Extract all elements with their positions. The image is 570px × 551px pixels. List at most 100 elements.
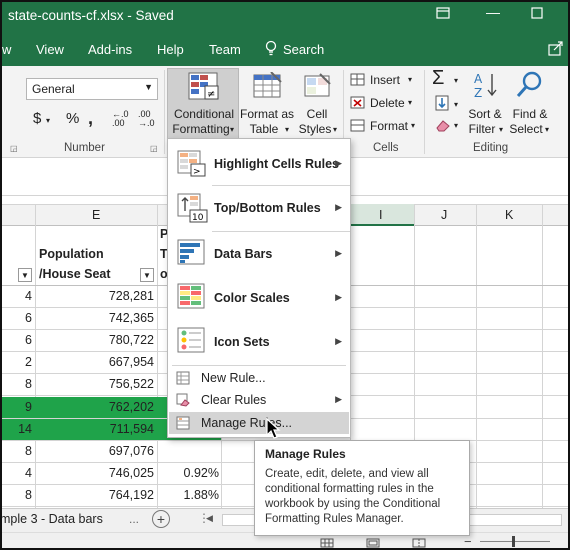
data-bars-label: Data Bars bbox=[214, 247, 273, 261]
sort-filter-label-1[interactable]: Sort & bbox=[466, 107, 504, 122]
cell-col-f[interactable]: 0.92% bbox=[158, 466, 219, 480]
sort-filter-label-2[interactable]: Filter bbox=[464, 122, 500, 137]
normal-view-icon[interactable] bbox=[320, 537, 334, 551]
number-format-dropdown[interactable]: General ▼ bbox=[26, 78, 158, 100]
chevron-down-icon[interactable]: ▾ bbox=[408, 98, 412, 107]
find-select-label-2[interactable]: Select bbox=[506, 122, 546, 137]
chevron-down-icon[interactable]: ▾ bbox=[408, 75, 412, 84]
chevron-down-icon: ▾ bbox=[230, 125, 235, 134]
filter-dropdown-button[interactable]: ▼ bbox=[140, 268, 154, 282]
minimize-icon[interactable]: — bbox=[486, 4, 500, 20]
column-header-k[interactable]: K bbox=[505, 208, 513, 222]
share-icon[interactable] bbox=[548, 40, 564, 59]
cells-group-label: Cells bbox=[373, 142, 399, 154]
filter-dropdown-button[interactable]: ▼ bbox=[18, 268, 32, 282]
sheet-tab-data-bars[interactable]: mple 3 - Data bars bbox=[0, 512, 103, 526]
currency-dropdown-icon[interactable]: ▾ bbox=[46, 116, 50, 125]
tab-view[interactable]: View bbox=[36, 42, 64, 57]
cell-col-e[interactable]: 764,192 bbox=[36, 488, 154, 502]
cell-col-e[interactable]: 728,281 bbox=[36, 289, 154, 303]
column-header-e[interactable]: E bbox=[92, 208, 100, 222]
cell-col-d[interactable]: 2 bbox=[0, 355, 32, 369]
cell-styles-label-1[interactable]: Cell bbox=[298, 107, 336, 122]
cell-col-d[interactable]: 4 bbox=[0, 466, 32, 480]
cell-col-e[interactable]: 742,365 bbox=[36, 311, 154, 325]
maximize-icon[interactable] bbox=[531, 6, 543, 22]
menu-item-icon-sets[interactable]: Icon Sets ▶ bbox=[168, 321, 350, 363]
cell-col-e[interactable]: 746,025 bbox=[36, 466, 154, 480]
cell-col-d[interactable]: 6 bbox=[0, 333, 32, 347]
zoom-slider-thumb[interactable] bbox=[512, 536, 515, 547]
zoom-slider[interactable] bbox=[480, 541, 550, 542]
new-rule-label: New Rule... bbox=[201, 371, 266, 385]
more-sheets-icon[interactable]: ... bbox=[129, 512, 139, 526]
delete-button[interactable]: Delete bbox=[370, 96, 405, 110]
ribbon-display-icon[interactable] bbox=[436, 6, 450, 23]
cell-styles-label-2[interactable]: Styles bbox=[298, 122, 332, 137]
highlight-cells-rules-label: Highlight Cells Rules bbox=[214, 157, 340, 171]
menu-item-data-bars[interactable]: Data Bars ▶ bbox=[168, 233, 350, 275]
eraser-icon[interactable] bbox=[435, 118, 451, 135]
menu-item-top-bottom-rules[interactable]: 10 Top/Bottom Rules ▶ bbox=[168, 187, 350, 229]
color-scales-icon bbox=[177, 283, 207, 314]
cell-col-f[interactable]: 1.88% bbox=[158, 488, 219, 502]
svg-text:Z: Z bbox=[474, 86, 482, 100]
format-as-table-label-1[interactable]: Format as bbox=[238, 107, 296, 122]
cell-col-e[interactable]: 697,076 bbox=[36, 444, 154, 458]
cell-col-d[interactable]: 8 bbox=[0, 444, 32, 458]
delete-cells-icon bbox=[350, 96, 366, 113]
chevron-down-icon[interactable]: ▾ bbox=[454, 76, 458, 85]
cell-col-d[interactable]: 6 bbox=[0, 311, 32, 325]
cell-col-d[interactable]: 14 bbox=[0, 422, 32, 436]
column-header-i[interactable]: I bbox=[379, 208, 382, 222]
decrease-decimal-button[interactable]: .00 →.0 bbox=[138, 110, 160, 128]
comma-button[interactable]: , bbox=[88, 108, 93, 129]
dialog-launcher-icon[interactable]: ◲ bbox=[10, 144, 18, 153]
cell-col-d[interactable]: 8 bbox=[0, 377, 32, 391]
cell-col-d[interactable]: 8 bbox=[0, 488, 32, 502]
number-dialog-launcher-icon[interactable]: ◲ bbox=[150, 144, 158, 153]
scroll-left-icon[interactable]: ◀ bbox=[206, 513, 218, 527]
insert-cells-icon bbox=[350, 73, 366, 90]
tab-add-ins[interactable]: Add-ins bbox=[88, 42, 132, 57]
tab-partial[interactable]: w bbox=[2, 42, 11, 57]
autosum-icon[interactable]: Σ bbox=[432, 67, 444, 90]
column-header-j[interactable]: J bbox=[441, 208, 447, 222]
menu-item-clear-rules[interactable]: Clear Rules ▶ bbox=[168, 389, 350, 411]
percent-button[interactable]: % bbox=[66, 110, 79, 127]
cell-col-e[interactable]: 762,202 bbox=[36, 400, 154, 414]
conditional-formatting-button[interactable]: ≠ Conditional Formatting ▾ bbox=[167, 68, 239, 140]
increase-decimal-button[interactable]: ←.0 .00 bbox=[112, 110, 134, 128]
cell-col-e[interactable]: 756,522 bbox=[36, 377, 154, 391]
tell-me-search[interactable]: Search bbox=[283, 42, 324, 57]
cell-col-d[interactable]: 9 bbox=[0, 400, 32, 414]
menu-item-manage-rules[interactable]: Manage Rules... bbox=[169, 412, 349, 434]
chevron-down-icon[interactable]: ▾ bbox=[411, 121, 415, 130]
page-break-icon[interactable] bbox=[412, 537, 426, 551]
format-as-table-label-2[interactable]: Table bbox=[238, 122, 290, 137]
zoom-out-icon[interactable]: − bbox=[464, 534, 472, 549]
cell-col-e[interactable]: 780,722 bbox=[36, 333, 154, 347]
chevron-down-icon: ▼ bbox=[144, 82, 153, 92]
format-cells-icon bbox=[350, 119, 366, 136]
page-layout-icon[interactable] bbox=[366, 537, 380, 551]
cell-col-d[interactable]: 4 bbox=[0, 289, 32, 303]
tab-team[interactable]: Team bbox=[209, 42, 241, 57]
chevron-down-icon[interactable]: ▾ bbox=[454, 121, 458, 130]
cell-col-e[interactable]: 711,594 bbox=[36, 422, 154, 436]
add-sheet-icon[interactable]: + bbox=[152, 510, 170, 528]
currency-button[interactable]: $ bbox=[33, 110, 41, 127]
highlight-cells-rules-icon: > bbox=[177, 150, 207, 181]
format-button[interactable]: Format bbox=[370, 119, 408, 133]
insert-button[interactable]: Insert bbox=[370, 73, 400, 87]
svg-text:A: A bbox=[474, 72, 483, 86]
top-bottom-rules-label: Top/Bottom Rules bbox=[214, 201, 321, 215]
find-select-label-1[interactable]: Find & bbox=[508, 107, 552, 122]
menu-item-highlight-cells-rules[interactable]: > Highlight Cells Rules ▶ bbox=[168, 143, 350, 183]
cell-col-e[interactable]: 667,954 bbox=[36, 355, 154, 369]
tab-help[interactable]: Help bbox=[157, 42, 184, 57]
menu-item-color-scales[interactable]: Color Scales ▶ bbox=[168, 277, 350, 319]
chevron-down-icon[interactable]: ▾ bbox=[454, 100, 458, 109]
fill-icon[interactable] bbox=[435, 95, 449, 114]
menu-item-new-rule[interactable]: New Rule... bbox=[168, 367, 350, 389]
